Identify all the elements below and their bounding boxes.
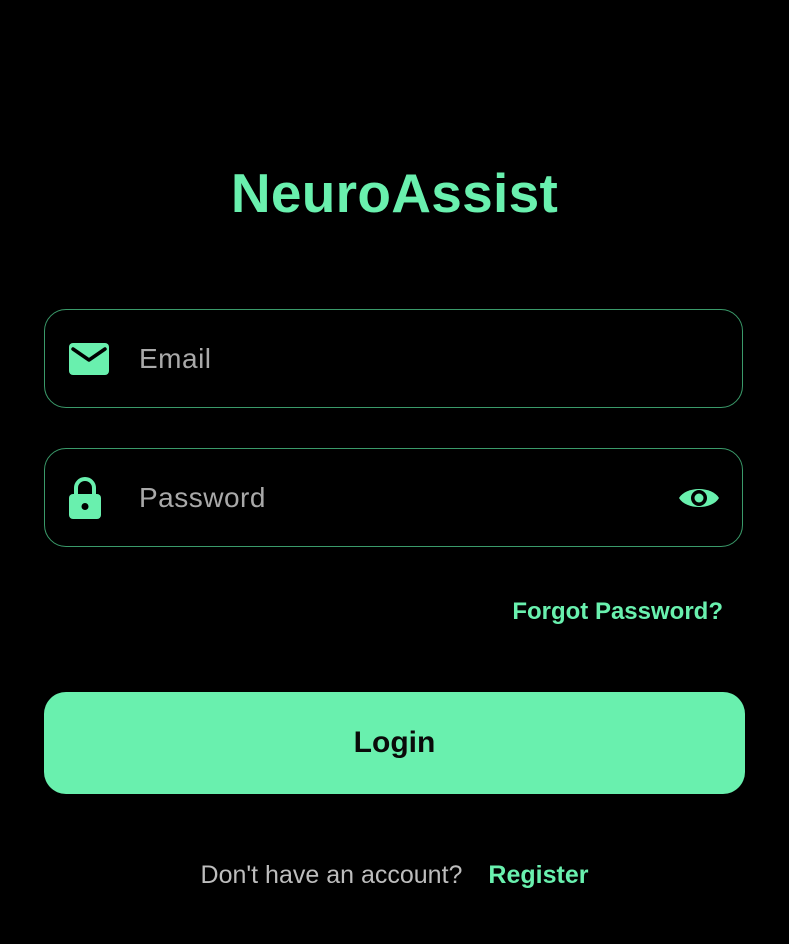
eye-icon[interactable] bbox=[678, 484, 720, 512]
register-link[interactable]: Register bbox=[488, 861, 588, 889]
password-input[interactable] bbox=[139, 449, 659, 546]
register-question: Don't have an account? bbox=[200, 861, 463, 889]
forgot-password-link[interactable]: Forgot Password? bbox=[512, 598, 723, 626]
app-title: NeuroAssist bbox=[230, 162, 559, 224]
mail-icon bbox=[69, 342, 109, 375]
password-field[interactable] bbox=[44, 448, 743, 547]
login-button[interactable]: Login bbox=[44, 692, 745, 794]
email-input[interactable] bbox=[139, 310, 659, 407]
lock-icon bbox=[69, 476, 101, 519]
register-prompt: Don't have an account? Register bbox=[0, 858, 789, 892]
email-field[interactable] bbox=[44, 309, 743, 408]
